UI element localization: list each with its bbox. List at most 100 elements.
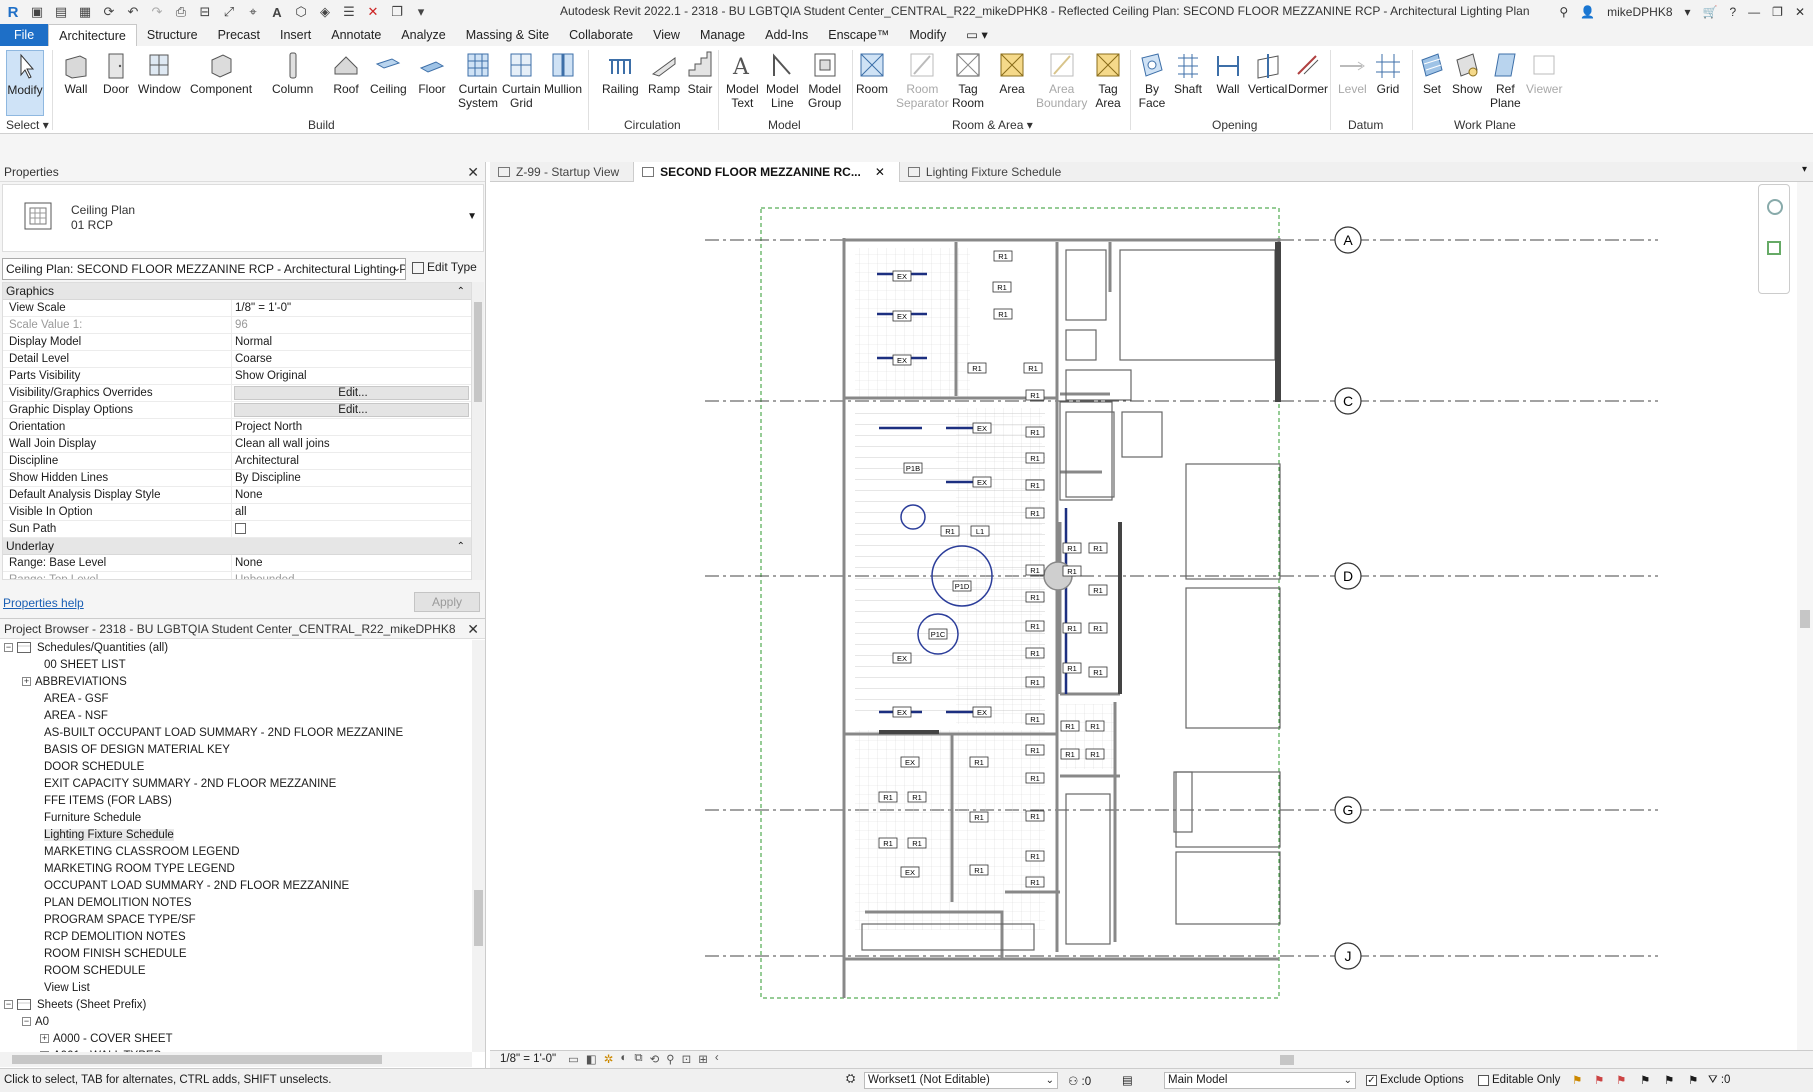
fixture-tag[interactable]: R1 (969, 756, 989, 768)
detail-level-icon[interactable]: ▭ (568, 1052, 579, 1066)
curtain-system-button[interactable]: Curtain System (458, 50, 498, 110)
ribbon-tab-insert[interactable]: Insert (270, 24, 321, 46)
customize-qat-icon[interactable]: ▾ (412, 3, 430, 21)
user-name[interactable]: mikeDPHK8 (1607, 5, 1672, 19)
fixture-tag[interactable]: R1 (940, 525, 960, 537)
tag-room-button[interactable]: Tag Room (952, 50, 984, 110)
steering-wheel-icon[interactable] (1767, 199, 1783, 215)
tree-item-schedule[interactable]: AREA - GSF (0, 691, 472, 708)
fixture-tag[interactable]: EX (892, 354, 912, 366)
restore-icon[interactable]: ❐ (1772, 5, 1783, 19)
fixture-tag[interactable]: R1 (1025, 772, 1045, 784)
fixture-tag[interactable]: R1 (1025, 744, 1045, 756)
model-group-button[interactable]: Model Group (808, 50, 841, 110)
grid-bubble[interactable]: D (1334, 562, 1362, 590)
fixture-tag[interactable]: R1 (1062, 662, 1082, 674)
select-pinned-icon[interactable]: ⚑ (1616, 1073, 1626, 1087)
drawing-area[interactable]: R1 R1 R1 R1 R1 R1 R1 R1 R1 R1 R1 R1 R1 R1 R1 R1 R1 R1 R1 R1… (490, 182, 1797, 1050)
redo-icon[interactable]: ↷ (148, 3, 166, 21)
switch-windows-icon[interactable]: ❐ (388, 3, 406, 21)
tree-item-sheet[interactable]: + A000 - COVER SHEET (0, 1031, 472, 1048)
browser-horizontal-scrollbar[interactable] (0, 1052, 472, 1067)
fixture-tag[interactable]: R1 (1062, 542, 1082, 554)
level-button[interactable]: Level (1338, 50, 1367, 96)
cart-icon[interactable]: 🛒 (1703, 5, 1718, 19)
tree-item-schedule[interactable]: Furniture Schedule (0, 810, 472, 827)
curtain-grid-button[interactable]: Curtain Grid (502, 50, 541, 110)
tree-root-sheets[interactable]: − Sheets (Sheet Prefix) (0, 997, 472, 1014)
grid-bubble[interactable]: C (1334, 387, 1362, 415)
sync-icon[interactable]: ⟳ (100, 3, 118, 21)
edit-type-button[interactable]: Edit Type (412, 260, 477, 274)
select-dropdown[interactable]: Select ▾ (6, 118, 49, 132)
reveal-hidden-icon[interactable]: ⊡ (682, 1052, 692, 1066)
exclude-options-checkbox[interactable]: ✓ Exclude Options (1366, 1074, 1464, 1086)
property-value[interactable]: Project North (232, 419, 471, 435)
revit-logo-icon[interactable]: R (4, 3, 22, 21)
tree-item-schedule[interactable]: FFE ITEMS (FOR LABS) (0, 793, 472, 810)
fixture-tag[interactable]: R1 (969, 811, 989, 823)
property-value[interactable]: None (232, 487, 471, 503)
show-crop-region-icon[interactable]: ⟲ (650, 1052, 660, 1066)
show-button[interactable]: Show (1452, 50, 1482, 96)
workset-icon[interactable]: ⛭ (846, 1073, 855, 1086)
fixture-tag[interactable]: R1 (1085, 720, 1105, 732)
by-face-button[interactable]: By Face (1138, 50, 1166, 110)
filter-count[interactable]: ⛛ :0 (1708, 1074, 1730, 1087)
wall-opening-button[interactable]: Wall (1214, 50, 1242, 96)
view-tab[interactable]: SECOND FLOOR MEZZANINE RC... ✕ (633, 162, 900, 182)
save-icon[interactable]: ▦ (76, 3, 94, 21)
analytical-model-icon[interactable]: ⊞ (698, 1052, 708, 1066)
group-graphics[interactable]: Graphics ⌃ (3, 283, 471, 300)
editable-only-checkbox[interactable]: Editable Only (1478, 1074, 1560, 1086)
browser-vertical-scrollbar[interactable] (472, 640, 485, 1052)
room-button[interactable]: Room (856, 50, 888, 96)
fixture-tag[interactable]: R1 (967, 362, 987, 374)
tree-item-schedule[interactable]: Lighting Fixture Schedule (0, 827, 472, 844)
fixture-tag[interactable]: EX (892, 270, 912, 282)
print-icon[interactable]: ⎙ (172, 3, 190, 21)
tree-item-schedule[interactable]: AREA - NSF (0, 708, 472, 725)
collapse-icon[interactable]: ⌃ (457, 538, 465, 555)
fixture-tag[interactable]: R1 (1023, 362, 1043, 374)
modify-button[interactable]: Modify (6, 50, 44, 116)
mullion-button[interactable]: Mullion (544, 50, 582, 96)
undo-icon[interactable]: ↶ (124, 3, 142, 21)
close-icon[interactable]: ✕ (1795, 5, 1805, 19)
drag-on-selection-icon[interactable]: ⚑ (1664, 1073, 1674, 1087)
fixture-tag[interactable]: R1 (992, 281, 1012, 293)
property-value[interactable] (232, 521, 471, 537)
sun-path-icon[interactable]: ✲ (604, 1052, 614, 1066)
fixture-tag[interactable]: R1 (1088, 622, 1108, 634)
sun-path-checkbox[interactable] (235, 523, 246, 534)
apply-button[interactable]: Apply (414, 592, 480, 612)
ribbon-tab-architecture[interactable]: Architecture (48, 24, 137, 46)
tree-item-schedule[interactable]: PLAN DEMOLITION NOTES (0, 895, 472, 912)
grid-bubble[interactable]: A (1334, 226, 1362, 254)
measure-icon[interactable]: ⊟ (196, 3, 214, 21)
select-underlay-icon[interactable]: ⚑ (1594, 1073, 1604, 1087)
property-value[interactable]: 1/8" = 1'-0" (232, 300, 471, 316)
vertical-button[interactable]: Vertical (1248, 50, 1287, 96)
fixture-tag[interactable]: R1 (1085, 748, 1105, 760)
collapse-icon[interactable]: − (4, 643, 13, 653)
fixture-tag[interactable]: R1 (1088, 666, 1108, 678)
select-links-icon[interactable]: ⚑ (1572, 1073, 1582, 1087)
collapse-icon[interactable]: − (4, 1000, 13, 1010)
fixture-tag[interactable]: R1 (878, 837, 898, 849)
area-button[interactable]: Area (998, 50, 1026, 96)
fixture-tag[interactable]: R1 (1060, 720, 1080, 732)
railing-button[interactable]: Railing (602, 50, 639, 96)
expand-icon[interactable]: + (40, 1034, 49, 1044)
wall-button[interactable]: Wall (62, 50, 90, 96)
view-scale[interactable]: 1/8" = 1'-0" (500, 1053, 556, 1065)
close-icon[interactable]: ✕ (875, 162, 885, 182)
fixture-tag[interactable]: R1 (1088, 584, 1108, 596)
minimize-icon[interactable]: — (1748, 5, 1760, 19)
ribbon-tab-massing-site[interactable]: Massing & Site (456, 24, 559, 46)
instance-filter-select[interactable]: Ceiling Plan: SECOND FLOOR MEZZANINE RCP… (2, 258, 406, 280)
tree-item-schedule[interactable]: OCCUPANT LOAD SUMMARY - 2ND FLOOR MEZZAN… (0, 878, 472, 895)
grid-bubble[interactable]: J (1334, 942, 1362, 970)
floor-button[interactable]: Floor (418, 50, 446, 96)
fixture-tag[interactable]: R1 (1025, 479, 1045, 491)
